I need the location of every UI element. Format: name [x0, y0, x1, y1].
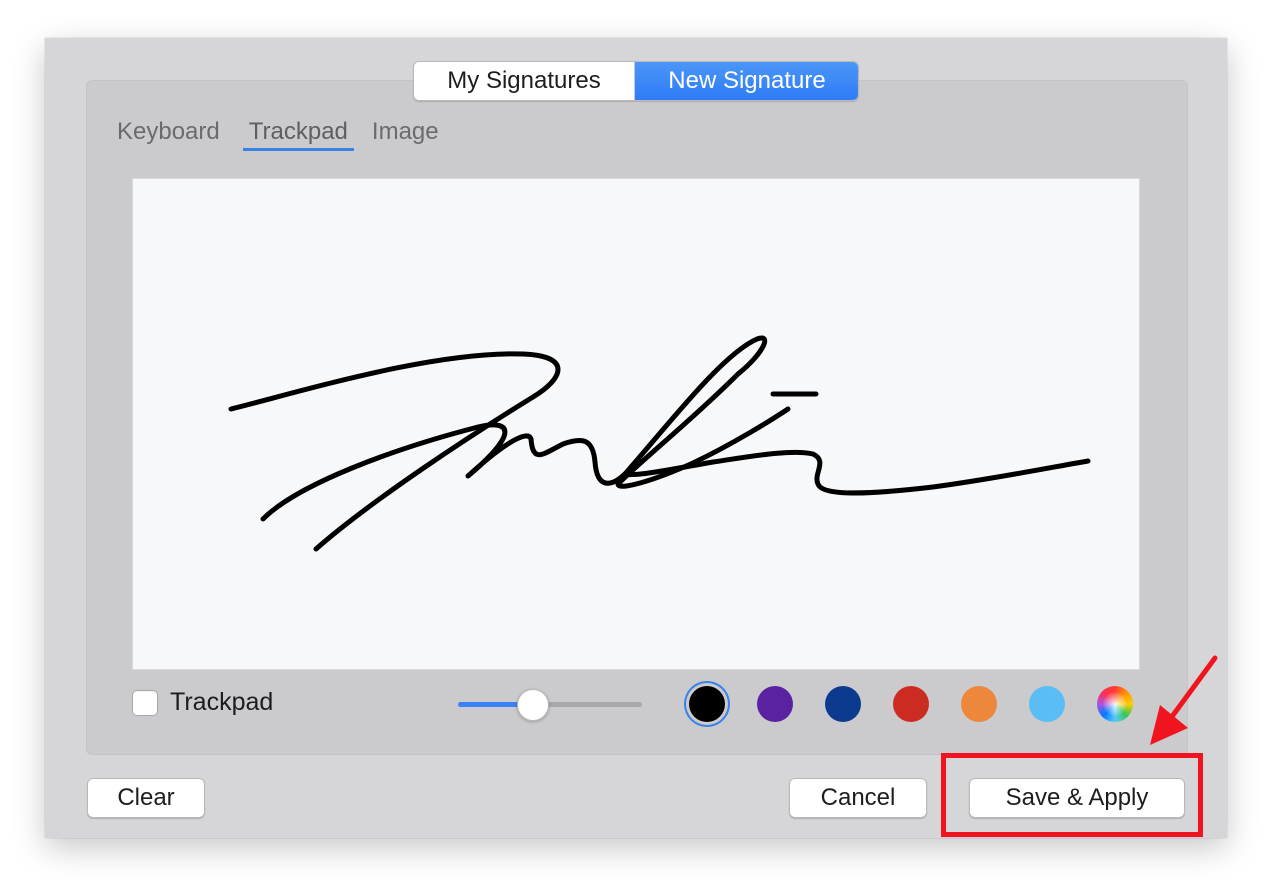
color-swatch-black[interactable] [689, 686, 725, 722]
signature-dialog: My Signatures New Signature Keyboard Tra… [45, 38, 1227, 838]
tab-image[interactable]: Image [372, 118, 444, 151]
color-swatch-navy[interactable] [825, 686, 861, 722]
color-swatch-light-blue[interactable] [1029, 686, 1065, 722]
color-swatch-red[interactable] [893, 686, 929, 722]
trackpad-checkbox-row[interactable]: Trackpad [132, 688, 273, 717]
trackpad-checkbox[interactable] [132, 689, 158, 716]
annotation-highlight-box [941, 753, 1203, 837]
tab-keyboard[interactable]: Keyboard [117, 118, 225, 151]
signature-drawing-canvas[interactable] [132, 178, 1140, 670]
cancel-button[interactable]: Cancel [789, 778, 927, 818]
signature-stroke [228, 335, 1091, 552]
color-swatch-orange[interactable] [961, 686, 997, 722]
color-swatch-purple[interactable] [757, 686, 793, 722]
stroke-width-slider[interactable] [458, 689, 642, 721]
clear-button[interactable]: Clear [87, 778, 205, 818]
signature-mode-segmented-control: My Signatures New Signature [413, 61, 859, 101]
my-signatures-segment[interactable]: My Signatures [414, 62, 635, 100]
annotation-arrow-icon [1150, 655, 1218, 745]
tab-trackpad[interactable]: Trackpad [242, 118, 354, 151]
color-wheel-icon[interactable] [1097, 686, 1133, 722]
new-signature-segment[interactable]: New Signature [635, 62, 858, 100]
trackpad-checkbox-label: Trackpad [170, 688, 274, 716]
slider-thumb[interactable] [516, 689, 549, 721]
input-method-tabs: Keyboard Trackpad Image [117, 118, 468, 151]
